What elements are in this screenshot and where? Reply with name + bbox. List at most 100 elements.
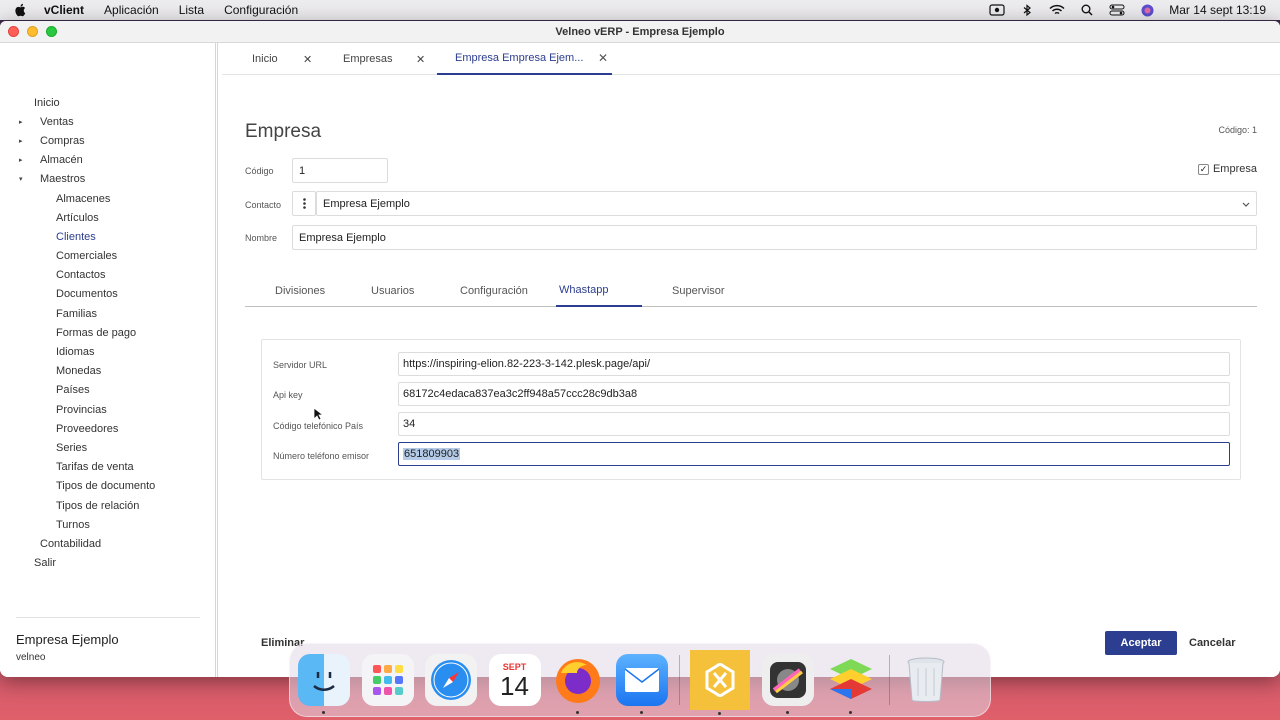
sidebar-item-label: Maestros xyxy=(40,173,86,186)
tab-empresa-ejemplo[interactable]: Empresa Empresa Ejem... ✕ xyxy=(437,43,612,75)
sidebar-item-comerciales[interactable]: Comerciales xyxy=(0,247,215,266)
sidebar-item-label: Familias xyxy=(56,307,97,320)
menu-aplicacion[interactable]: Aplicación xyxy=(104,3,159,17)
sidebar-item-series[interactable]: Series xyxy=(0,438,215,457)
sidebar-item-inicio[interactable]: Inicio xyxy=(0,93,215,112)
sidebar-item-contabilidad[interactable]: Contabilidad xyxy=(0,534,215,553)
checkbox-box[interactable]: ✓ xyxy=(1197,163,1209,175)
disclosure-expanded-icon[interactable]: ▾ xyxy=(19,175,23,183)
sidebar-item-turnos[interactable]: Turnos xyxy=(0,515,215,534)
aceptar-button[interactable]: Aceptar xyxy=(1105,631,1177,655)
codigo-telefonico-label: Código telefónico País xyxy=(273,421,364,431)
main-content: Inicio ✕ Empresas ✕ Empresa Empresa Ejem… xyxy=(222,43,1280,677)
sidebar-company-name: Empresa Ejemplo xyxy=(16,632,119,647)
contacto-select[interactable]: Empresa Ejemplo xyxy=(316,191,1257,216)
tab-empresas-close-icon[interactable]: ✕ xyxy=(416,43,425,75)
subtab-usuarios[interactable]: Usuarios xyxy=(371,275,414,307)
sidebar-item-tarifas-de-venta[interactable]: Tarifas de venta xyxy=(0,458,215,477)
chevron-down-icon[interactable] xyxy=(1242,199,1250,209)
tab-empresa-close-icon[interactable]: ✕ xyxy=(598,51,608,65)
empresa-checkbox[interactable]: ✓ Empresa xyxy=(1197,163,1257,175)
window-maximize-button[interactable] xyxy=(46,26,57,37)
cancelar-button[interactable]: Cancelar xyxy=(1189,637,1235,649)
sidebar-item-idiomas[interactable]: Idiomas xyxy=(0,342,215,361)
apple-icon[interactable] xyxy=(14,3,26,17)
bluestacks-icon[interactable] xyxy=(825,654,877,714)
sidebar-item-art-culos[interactable]: Artículos xyxy=(0,208,215,227)
whatsapp-config-panel: Servidor URL https://inspiring-elion.82-… xyxy=(261,339,1241,480)
tab-inicio-close-icon[interactable]: ✕ xyxy=(303,43,312,75)
empresa-checkbox-label: Empresa xyxy=(1212,163,1257,175)
running-indicator xyxy=(639,711,643,714)
app-window: Velneo vERP - Empresa Ejemplo Inicio ▸ Ven… xyxy=(0,21,1280,677)
subtab-whastapp[interactable]: Whastapp xyxy=(556,275,642,307)
sidebar-item-clientes[interactable]: Clientes xyxy=(0,227,215,246)
menu-clock[interactable]: Mar 14 sept 13:19 xyxy=(1169,3,1266,17)
sidebar-item-proveedores[interactable]: Proveedores xyxy=(0,419,215,438)
numero-telefono-input[interactable]: 651809903 xyxy=(398,442,1230,466)
sidebar-item-almac-n[interactable]: ▸ Almacén xyxy=(0,151,215,170)
sidebar-item-label: Países xyxy=(56,384,90,397)
codigo-value: 1 xyxy=(299,164,306,177)
sidebar-item-compras[interactable]: ▸ Compras xyxy=(0,131,215,150)
launchpad-icon[interactable] xyxy=(361,654,414,706)
sidebar-item-provincias[interactable]: Provincias xyxy=(0,400,215,419)
subtab-label: Supervisor xyxy=(672,285,725,297)
sidebar-item-ventas[interactable]: ▸ Ventas xyxy=(0,112,215,131)
subtab-divisiones[interactable]: Divisiones xyxy=(275,275,325,307)
sidebar-item-familias[interactable]: Familias xyxy=(0,304,215,323)
velneo-vclient-icon[interactable] xyxy=(690,650,750,715)
menu-configuracion[interactable]: Configuración xyxy=(224,3,298,17)
siri-icon[interactable] xyxy=(1139,4,1155,16)
safari-icon[interactable] xyxy=(425,654,477,706)
finder-icon[interactable] xyxy=(298,654,350,714)
sidebar-item-label: Contactos xyxy=(56,269,106,282)
sidebar-item-pa-ses[interactable]: Países xyxy=(0,381,215,400)
sidebar-item-almacenes[interactable]: Almacenes xyxy=(0,189,215,208)
sidebar-footer: Empresa Ejemplo velneo xyxy=(16,617,200,663)
final-cut-icon[interactable] xyxy=(761,654,814,714)
window-titlebar[interactable]: Velneo vERP - Empresa Ejemplo xyxy=(0,21,1280,43)
sidebar-item-formas-de-pago[interactable]: Formas de pago xyxy=(0,323,215,342)
bluetooth-icon[interactable] xyxy=(1019,3,1035,16)
menu-app-name[interactable]: vClient xyxy=(44,3,84,17)
contacto-value: Empresa Ejemplo xyxy=(323,197,410,210)
screen-record-icon[interactable] xyxy=(989,4,1005,16)
sidebar-item-label: Provincias xyxy=(56,403,107,416)
sidebar-item-tipos-de-documento[interactable]: Tipos de documento xyxy=(0,477,215,496)
servidor-url-input[interactable]: https://inspiring-elion.82-223-3-142.ple… xyxy=(398,352,1230,376)
sidebar-item-documentos[interactable]: Documentos xyxy=(0,285,215,304)
subtab-configuracion[interactable]: Configuración xyxy=(460,275,528,307)
codigo-telefonico-input[interactable]: 34 xyxy=(398,412,1230,436)
calendar-icon[interactable]: SEPT 14 xyxy=(488,654,541,706)
spotlight-search-icon[interactable] xyxy=(1079,4,1095,16)
api-key-input[interactable]: 68172c4edaca837ea3c2ff948a57ccc28c9db3a8 xyxy=(398,382,1230,406)
trash-icon[interactable] xyxy=(900,654,952,706)
sidebar-item-monedas[interactable]: Monedas xyxy=(0,362,215,381)
sidebar-nav: Inicio ▸ Ventas ▸ Compras ▸ Almacén ▾ Maestros Al… xyxy=(0,93,215,573)
running-indicator xyxy=(576,711,579,714)
disclosure-collapsed-icon[interactable]: ▸ xyxy=(19,137,23,145)
contacto-menu-button[interactable] xyxy=(292,191,316,216)
subtab-supervisor[interactable]: Supervisor xyxy=(672,275,725,307)
nombre-field[interactable]: Empresa Ejemplo xyxy=(292,225,1257,250)
tab-empresas[interactable]: Empresas xyxy=(343,43,413,75)
mail-icon[interactable] xyxy=(615,654,668,714)
firefox-icon[interactable] xyxy=(552,654,604,714)
window-close-button[interactable] xyxy=(8,26,19,37)
disclosure-collapsed-icon[interactable]: ▸ xyxy=(19,156,23,164)
sidebar-item-tipos-de-relaci-n[interactable]: Tipos de relación xyxy=(0,496,215,515)
sidebar-item-label: Tipos de relación xyxy=(56,499,140,512)
tab-label: Empresas xyxy=(343,53,393,65)
window-minimize-button[interactable] xyxy=(27,26,38,37)
wifi-icon[interactable] xyxy=(1049,4,1065,16)
codigo-field[interactable]: 1 xyxy=(292,158,388,183)
sidebar-item-maestros[interactable]: ▾ Maestros xyxy=(0,170,215,189)
sidebar-item-salir[interactable]: Salir xyxy=(0,554,215,573)
control-center-icon[interactable] xyxy=(1109,4,1125,16)
sidebar-item-label: Tipos de documento xyxy=(56,480,156,493)
menu-lista[interactable]: Lista xyxy=(179,3,204,17)
disclosure-collapsed-icon[interactable]: ▸ xyxy=(19,118,23,126)
sidebar-item-label: Compras xyxy=(40,134,85,147)
sidebar-item-contactos[interactable]: Contactos xyxy=(0,266,215,285)
